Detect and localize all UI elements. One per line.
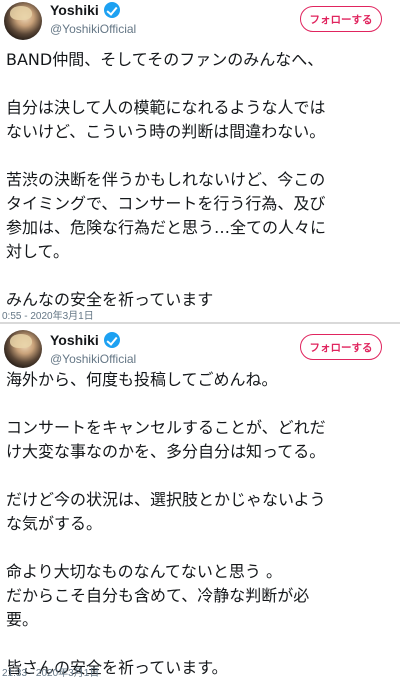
avatar[interactable] — [4, 330, 42, 368]
tweet-text: BAND仲間、そしてそのファンのみんなへ、 自分は決して人の模範になれるような人… — [6, 48, 398, 312]
tweet-paragraph: 自分は決して人の模範になれるような人では ないけど、こういう時の判断は間違わない… — [6, 98, 326, 141]
author-handle[interactable]: @YoshikiOfficial — [50, 22, 136, 36]
follow-button[interactable]: フォローする — [300, 334, 382, 360]
tweet-header: Yoshiki @YoshikiOfficial フォローする — [0, 0, 400, 48]
tweet-text: 海外から、何度も投稿してごめんね。 コンサートをキャンセルすることが、どれだ け… — [6, 368, 398, 680]
tweet-paragraph: 海外から、何度も投稿してごめんね。 — [6, 370, 278, 389]
author-name-row: Yoshiki — [50, 332, 120, 348]
tweet-card-1: Yoshiki @YoshikiOfficial フォローする BAND仲間、そ… — [0, 0, 400, 322]
verified-badge-icon — [103, 2, 120, 18]
tweet-timestamp[interactable]: 0:55 - 2020年3月1日 — [2, 307, 94, 322]
verified-badge-icon — [103, 332, 120, 348]
tweet-paragraph: 命より大切なものなんてないと思う 。 だからこそ自分も含めて、冷静な判断が必 要… — [6, 562, 310, 629]
tweet-paragraph: 苦渋の決断を伴うかもしれないけど、今この タイミングで、コンサートを行う行為、及… — [6, 170, 327, 261]
author-name[interactable]: Yoshiki — [50, 2, 99, 18]
tweet-paragraph: だけど今の状況は、選択肢とかじゃないよう な気がする。 — [6, 490, 326, 533]
tweet-header: Yoshiki @YoshikiOfficial フォローする — [0, 324, 400, 372]
tweet-paragraph: コンサートをキャンセルすることが、どれだ け大変な事なのかを、多分自分は知ってる… — [6, 418, 326, 461]
author-name[interactable]: Yoshiki — [50, 332, 99, 348]
author-handle[interactable]: @YoshikiOfficial — [50, 352, 136, 366]
author-name-row: Yoshiki — [50, 2, 120, 18]
tweet-timestamp[interactable]: 21:33 - 2020年3月1日 — [2, 664, 99, 679]
tweet-card-2: Yoshiki @YoshikiOfficial フォローする 海外から、何度も… — [0, 324, 400, 698]
follow-button[interactable]: フォローする — [300, 6, 382, 32]
avatar[interactable] — [4, 2, 42, 40]
tweet-paragraph: BAND仲間、そしてそのファンのみんなへ、 — [6, 50, 324, 69]
